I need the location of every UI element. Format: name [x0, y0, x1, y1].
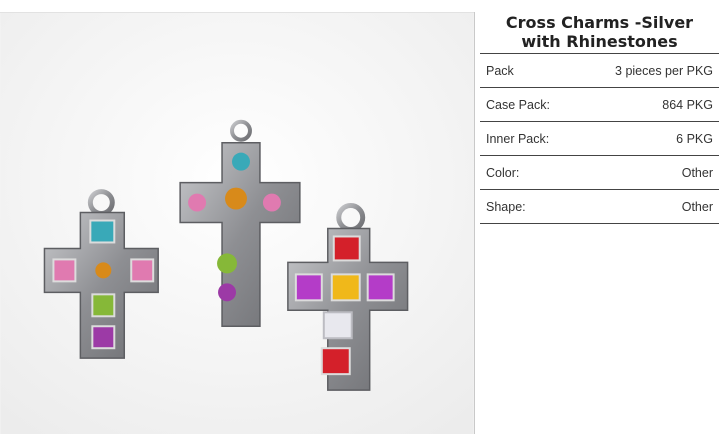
spec-label: Case Pack: — [486, 97, 550, 112]
product-image — [0, 12, 474, 434]
product-info-panel: Cross Charms -Silver with Rhinestones Pa… — [480, 10, 719, 224]
spec-label: Shape: — [486, 199, 526, 214]
spec-row-case-pack: Case Pack: 864 PKG — [480, 88, 719, 122]
spec-row-color: Color: Other — [480, 156, 719, 190]
spec-row-inner-pack: Inner Pack: 6 PKG — [480, 122, 719, 156]
spec-value: Other — [681, 199, 713, 214]
product-title: Cross Charms -Silver with Rhinestones — [480, 10, 719, 54]
product-title-line1: Cross Charms -Silver — [505, 12, 694, 32]
spec-value: 864 PKG — [662, 97, 713, 112]
product-title-line2: with Rhinestones — [521, 31, 678, 51]
spec-label: Color: — [486, 165, 520, 180]
panel-divider — [474, 12, 475, 434]
spec-row-pack: Pack 3 pieces per PKG — [480, 54, 719, 88]
spec-value: 3 pieces per PKG — [615, 63, 713, 78]
spec-value: Other — [681, 165, 713, 180]
spec-label: Inner Pack: — [486, 131, 550, 146]
spec-value: 6 PKG — [676, 131, 713, 146]
cross-charms-photo — [0, 13, 474, 434]
spec-label: Pack — [486, 63, 514, 78]
spec-row-shape: Shape: Other — [480, 190, 719, 224]
